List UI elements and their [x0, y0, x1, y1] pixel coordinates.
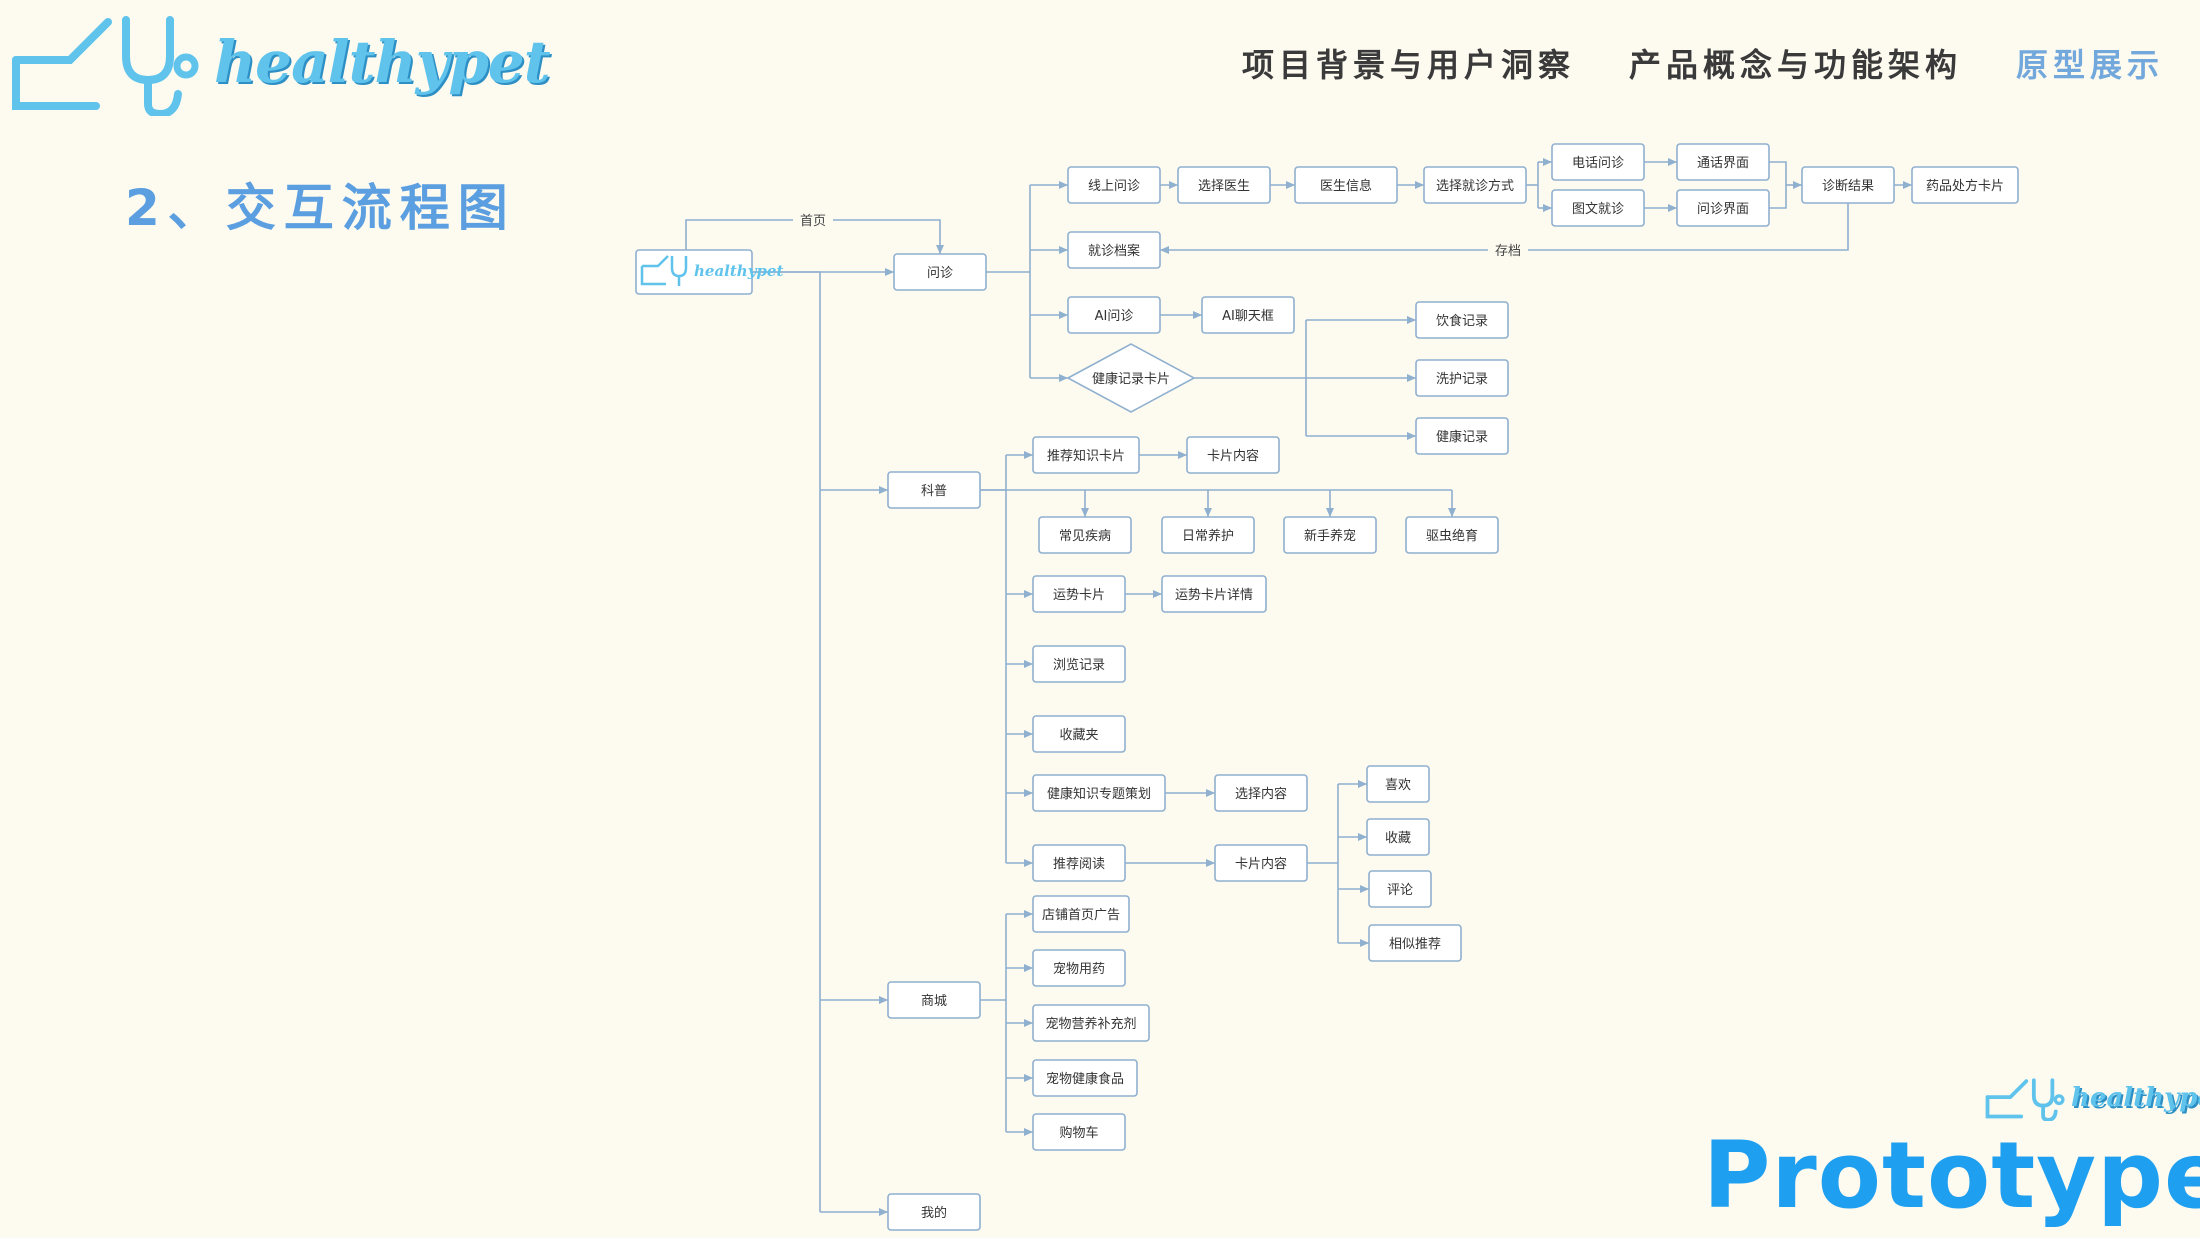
flow-node-pinglun: 评论	[1368, 870, 1432, 908]
main-trunk-edge	[752, 271, 821, 1212]
corner-brand-name: healthypet	[2071, 1083, 2200, 1113]
node-label: 推荐阅读	[1053, 857, 1105, 872]
node-label: 购物车	[1059, 1125, 1098, 1141]
node-label: 问诊界面	[1697, 202, 1749, 217]
node-label: 宠物营养补充剂	[1045, 1016, 1136, 1032]
flow-node-kp-neirong2: 卡片内容	[1214, 844, 1308, 882]
flow-node-dangan: 就诊档案	[1067, 231, 1161, 269]
prototype-word: Prototype	[1703, 1122, 2200, 1229]
flow-node-shoucangjia: 收藏夹	[1032, 715, 1126, 753]
flow-node-dianpu: 店铺首页广告	[1032, 895, 1130, 933]
node-label: 宠物用药	[1053, 961, 1105, 977]
node-label: 运势卡片详情	[1175, 587, 1253, 603]
edge-label-archive: 存档	[1495, 244, 1521, 259]
flow-node-yunshi-xq: 运势卡片详情	[1161, 575, 1267, 613]
flow-node-yunshi: 运势卡片	[1032, 575, 1126, 613]
flow-edge	[1769, 161, 1787, 209]
node-label: 通话界面	[1697, 156, 1749, 171]
node-label: 收藏	[1385, 831, 1411, 846]
node-label: 健康记录	[1436, 429, 1488, 445]
flow-node-ai-chat: AI聊天框	[1201, 296, 1295, 334]
node-label: 我的	[921, 1205, 947, 1221]
flow-node-richang: 日常养护	[1161, 516, 1255, 554]
flow-node-tuijian-yd: 推荐阅读	[1032, 844, 1126, 882]
node-label: AI聊天框	[1222, 309, 1274, 324]
flow-node-jiankang-kp: 健康记录卡片	[1066, 343, 1196, 413]
flow-node-yinshi: 饮食记录	[1415, 301, 1509, 339]
node-label: 就诊档案	[1088, 244, 1140, 259]
flow-node-tuijian-zs: 推荐知识卡片	[1032, 436, 1140, 474]
flow-node-kepu: 科普	[887, 471, 981, 509]
flow-node-xuanze-ys: 选择医生	[1177, 166, 1271, 204]
flow-node-liulan: 浏览记录	[1032, 645, 1126, 683]
flow-node-wode: 我的	[887, 1193, 981, 1231]
flow-node-jiankang-jl: 健康记录	[1415, 417, 1509, 455]
flow-node-ys-xinxi: 医生信息	[1294, 166, 1398, 204]
node-label: 选择就诊方式	[1436, 178, 1514, 194]
flow-node-xinshou: 新手养宠	[1283, 516, 1377, 554]
node-label: 洗护记录	[1436, 372, 1488, 387]
flow-node-wenzhen-jm: 问诊界面	[1676, 189, 1770, 227]
node-label: 驱虫绝育	[1426, 528, 1478, 544]
flow-node-tuwen: 图文就诊	[1551, 189, 1645, 227]
node-label: 喜欢	[1385, 778, 1411, 793]
flow-node-yaopin: 药品处方卡片	[1911, 166, 2019, 204]
node-label: 科普	[921, 484, 947, 499]
node-label: 卡片内容	[1235, 856, 1287, 872]
node-label: 相似推荐	[1389, 937, 1441, 952]
flow-node-shangcheng: 商城	[887, 981, 981, 1019]
node-label: 新手养宠	[1304, 528, 1356, 544]
flow-node-xianshang: 线上问诊	[1067, 166, 1161, 204]
node-label: 选择内容	[1235, 786, 1287, 802]
node-label: 健康记录卡片	[1092, 371, 1170, 387]
home-logo-node: healthypet	[635, 249, 783, 295]
node-label: AI问诊	[1095, 309, 1134, 324]
node-label: 常见疾病	[1059, 529, 1111, 544]
node-label: 日常养护	[1182, 528, 1234, 544]
node-label: 评论	[1387, 883, 1413, 898]
flow-node-changjian: 常见疾病	[1038, 516, 1132, 554]
flow-node-yingyang: 宠物营养补充剂	[1032, 1004, 1150, 1042]
node-label: 问诊	[927, 266, 953, 281]
node-label: 药品处方卡片	[1926, 178, 2004, 194]
node-label: 饮食记录	[1436, 313, 1488, 329]
node-label: 商城	[921, 994, 947, 1009]
flow-node-yongyao: 宠物用药	[1032, 949, 1126, 987]
flow-node-dianhua: 电话问诊	[1551, 143, 1645, 181]
node-label: 选择医生	[1198, 179, 1250, 194]
flow-node-ai: AI问诊	[1067, 296, 1161, 334]
node-label: 运势卡片	[1053, 587, 1105, 603]
flow-node-quchong: 驱虫绝育	[1405, 516, 1499, 554]
node-label: 推荐知识卡片	[1047, 448, 1125, 464]
node-label: 店铺首页广告	[1042, 908, 1120, 923]
flow-node-zhenduan: 诊断结果	[1801, 166, 1895, 204]
node-label: 电话问诊	[1572, 156, 1624, 171]
flow-node-xihuan: 喜欢	[1366, 765, 1430, 803]
flow-node-zhuanti: 健康知识专题策划	[1032, 774, 1166, 812]
node-label: 卡片内容	[1207, 448, 1259, 464]
edge-label-home: 首页	[800, 214, 826, 229]
node-label: 线上问诊	[1088, 179, 1140, 194]
flow-node-gouwuche: 购物车	[1032, 1113, 1126, 1151]
interaction-flow-diagram: 首页存档 healthypet 问诊科普商城我的 线上问诊 选择医生 医生信息 选择就诊方…	[635, 143, 2019, 1231]
flow-node-kp-neirong: 卡片内容	[1186, 436, 1280, 474]
flow-node-xuanze-nr: 选择内容	[1214, 774, 1308, 812]
flow-node-shipin: 宠物健康食品	[1032, 1059, 1138, 1097]
flow-node-jiuzhen-fs: 选择就诊方式	[1423, 166, 1527, 204]
flow-node-xiangsi: 相似推荐	[1368, 924, 1462, 962]
stethoscope-icon	[1985, 1078, 2065, 1121]
node-label: 诊断结果	[1822, 179, 1874, 194]
corner-brand-logo: healthypet	[1985, 1075, 2200, 1121]
node-label: 收藏夹	[1059, 728, 1098, 743]
node-label: 健康知识专题策划	[1047, 786, 1151, 802]
node-label: 图文就诊	[1572, 202, 1624, 217]
node-label: 宠物健康食品	[1046, 1071, 1124, 1087]
flow-node-xihu: 洗护记录	[1415, 359, 1509, 397]
node-label: 浏览记录	[1053, 657, 1105, 673]
flow-node-wenzhen: 问诊	[893, 253, 987, 291]
home-logo-text: healthypet	[694, 262, 783, 280]
node-label: 医生信息	[1320, 178, 1372, 194]
flow-node-tonghua: 通话界面	[1676, 143, 1770, 181]
flow-node-shoucang: 收藏	[1366, 818, 1430, 856]
